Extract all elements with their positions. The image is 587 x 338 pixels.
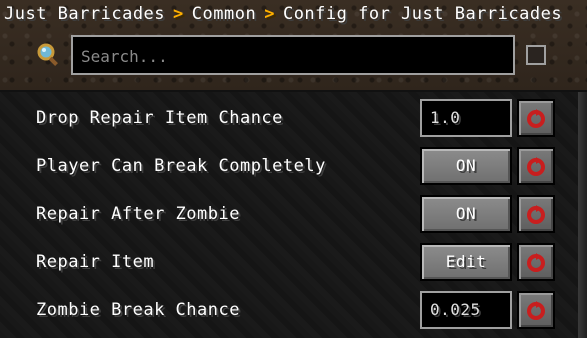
config-label: Repair Item [36,252,155,272]
breadcrumb-item-mod[interactable]: Just Barricades [4,4,165,24]
config-row-player-can-break-completely: Player Can Break Completely ON [0,144,587,188]
reset-icon [527,301,545,320]
breadcrumb-item-current: Config for Just Barricades [282,4,563,24]
reset-icon [527,205,545,224]
config-label: Zombie Break Chance [36,300,240,320]
reset-button[interactable] [517,195,555,233]
filter-checkbox[interactable] [526,45,546,65]
config-row-zombie-break-chance: Zombie Break Chance 0.025 [0,288,587,332]
header: Just Barricades > Common > Config for Ju… [0,0,587,90]
config-list[interactable]: Drop Repair Item Chance 1.0 Player Can B… [0,92,587,338]
breadcrumb-separator: > [264,4,275,24]
repair-item-edit-button[interactable]: Edit [420,243,512,281]
search-input[interactable] [79,37,503,75]
scrollbar-track[interactable] [578,92,587,338]
reset-icon [527,253,545,272]
reset-button[interactable] [517,99,555,137]
reset-button[interactable] [517,147,555,185]
breadcrumb: Just Barricades > Common > Config for Ju… [4,2,562,26]
zombie-break-chance-input[interactable]: 0.025 [420,291,512,329]
repair-after-zombie-toggle[interactable]: ON [420,195,512,233]
config-label: Drop Repair Item Chance [36,108,283,128]
config-row-drop-repair-item-chance: Drop Repair Item Chance 1.0 [0,96,587,140]
config-row-repair-item: Repair Item Edit [0,240,587,284]
config-label: Repair After Zombie [36,204,240,224]
breadcrumb-item-category[interactable]: Common [192,4,256,24]
player-can-break-completely-toggle[interactable]: ON [420,147,512,185]
breadcrumb-separator: > [173,4,184,24]
reset-icon [527,157,545,176]
reset-button[interactable] [517,243,555,281]
magnifier-icon [37,43,58,66]
drop-repair-item-chance-input[interactable]: 1.0 [420,99,512,137]
config-row-repair-after-zombie: Repair After Zombie ON [0,192,587,236]
search-field[interactable] [71,35,515,75]
config-label: Player Can Break Completely [36,156,326,176]
reset-button[interactable] [517,291,555,329]
reset-icon [527,109,545,128]
